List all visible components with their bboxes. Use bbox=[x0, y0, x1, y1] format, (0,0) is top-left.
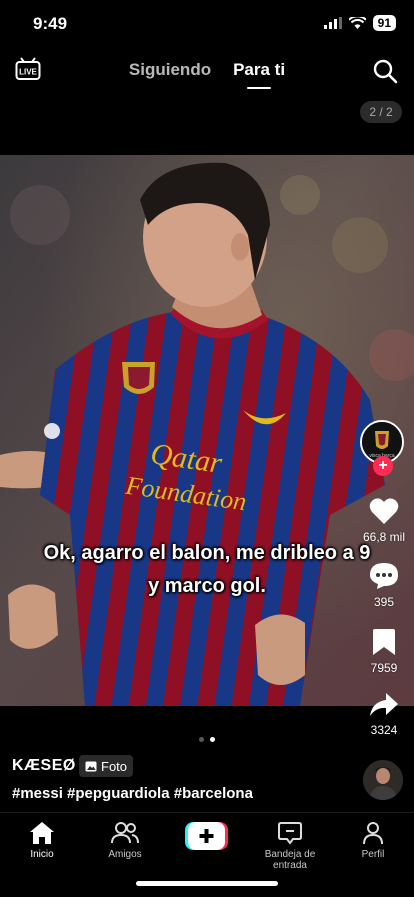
search-icon[interactable] bbox=[372, 58, 398, 84]
battery-indicator: 91 bbox=[372, 15, 396, 31]
comment-count: 395 bbox=[373, 595, 395, 609]
photo-mode-tag: Foto bbox=[79, 755, 134, 777]
post-hashtags[interactable]: #messi #pepguardiola #barcelona bbox=[12, 785, 253, 802]
text-overlay-line-1: Ok, agarro el balon, me dribleo a 9 bbox=[43, 542, 371, 564]
profile-icon bbox=[363, 822, 383, 845]
like-count: 66,8 mil bbox=[362, 530, 406, 544]
music-disc-icon bbox=[363, 760, 403, 800]
signal-icon bbox=[323, 17, 342, 29]
save-count: 7959 bbox=[370, 661, 398, 675]
tab-for-you[interactable]: Para ti bbox=[233, 60, 285, 89]
share-count: 3324 bbox=[370, 723, 398, 737]
bookmark-icon bbox=[373, 629, 395, 655]
share-arrow-icon bbox=[370, 693, 398, 716]
status-time: 9:49 bbox=[33, 14, 68, 33]
music-disc-avatar[interactable] bbox=[363, 760, 403, 800]
comment-icon bbox=[370, 563, 398, 589]
heart-icon bbox=[369, 498, 399, 524]
nav-inbox[interactable]: Bandeja de entrada bbox=[250, 821, 330, 871]
post-photo[interactable]: Qatar Foundation bbox=[0, 155, 414, 706]
player-photo: Qatar Foundation bbox=[0, 155, 414, 706]
image-icon bbox=[85, 761, 97, 771]
feed-tabs: Siguiendo Para ti bbox=[0, 60, 414, 89]
create-button[interactable] bbox=[185, 822, 228, 850]
text-overlay: Ok, agarro el balon, me dribleo a 9 y ma… bbox=[20, 537, 394, 603]
wifi-icon bbox=[348, 17, 366, 29]
like-button[interactable]: 66,8 mil bbox=[354, 497, 414, 544]
friends-icon bbox=[111, 822, 139, 844]
status-icons: 91 bbox=[323, 15, 396, 31]
carousel-indicator bbox=[0, 737, 414, 742]
text-overlay-line-2: y marco gol. bbox=[148, 575, 266, 597]
comment-button[interactable]: 395 bbox=[354, 562, 414, 609]
tab-following[interactable]: Siguiendo bbox=[129, 60, 211, 80]
nav-home-label: Inicio bbox=[30, 849, 54, 860]
home-icon bbox=[30, 822, 54, 844]
carousel-dot-2[interactable] bbox=[210, 737, 215, 742]
carousel-dot-1[interactable] bbox=[199, 737, 204, 742]
follow-button[interactable]: + bbox=[373, 456, 393, 476]
inbox-icon bbox=[278, 822, 302, 845]
nav-friends-label: Amigos bbox=[108, 849, 142, 860]
share-button[interactable]: 3324 bbox=[354, 692, 414, 737]
save-button[interactable]: 7959 bbox=[354, 628, 414, 675]
nav-friends[interactable]: Amigos bbox=[85, 821, 165, 860]
nav-home[interactable]: Inicio bbox=[2, 821, 82, 860]
nav-profile-label: Perfil bbox=[361, 849, 385, 860]
photo-mode-label: Foto bbox=[101, 758, 128, 774]
nav-profile[interactable]: Perfil bbox=[333, 821, 413, 860]
home-indicator bbox=[136, 881, 278, 886]
author-username[interactable]: KÆSEØ bbox=[12, 757, 76, 775]
photo-page-counter: 2 / 2 bbox=[360, 101, 402, 123]
nav-inbox-label: Bandeja de entrada bbox=[264, 849, 316, 871]
